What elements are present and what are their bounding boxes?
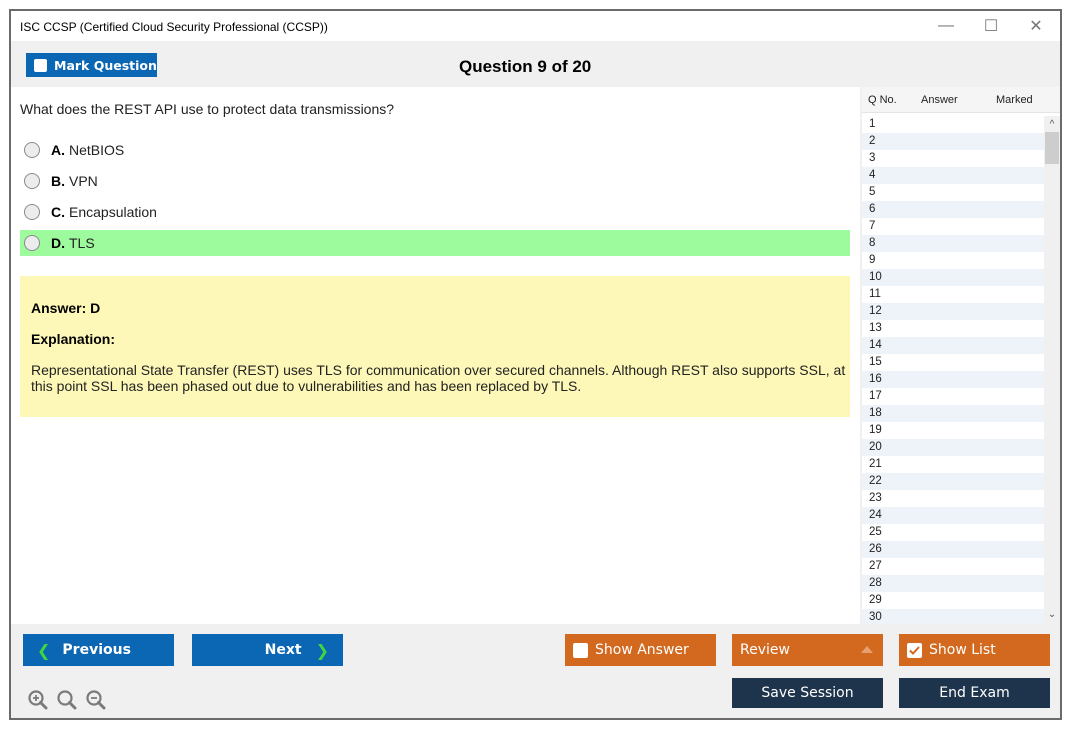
option-d[interactable]: D. TLS (20, 230, 850, 256)
option-letter: A. (51, 142, 65, 158)
question-list-row[interactable]: 26 (862, 541, 1044, 558)
scroll-thumb[interactable] (1045, 132, 1059, 164)
question-list-row[interactable]: 8 (862, 235, 1044, 252)
question-list-row[interactable]: 7 (862, 218, 1044, 235)
mark-question-button[interactable]: Mark Question (26, 53, 157, 77)
question-list-row[interactable]: 24 (862, 507, 1044, 524)
question-list-row[interactable]: 15 (862, 354, 1044, 371)
scroll-down-icon[interactable]: ⌄ (1044, 608, 1060, 622)
question-panel: What does the REST API use to protect da… (11, 87, 860, 624)
question-list-rows: 1 2 3 4 5 6 7 8 9 10 11 12 13 14 15 16 17 18 19 20 21 22 23 24 2… (862, 116, 1044, 624)
question-list-row[interactable]: 16 (862, 371, 1044, 388)
option-text: TLS (69, 235, 95, 251)
previous-label: Previous (62, 642, 131, 658)
question-list-row[interactable]: 29 (862, 592, 1044, 609)
zoom-in-icon[interactable] (27, 689, 49, 711)
question-list-row[interactable]: 5 (862, 184, 1044, 201)
question-list-row[interactable]: 12 (862, 303, 1044, 320)
mark-question-label: Mark Question (54, 57, 157, 73)
title-bar: ISC CCSP (Certified Cloud Security Profe… (11, 11, 1060, 41)
exam-window: ISC CCSP (Certified Cloud Security Profe… (9, 9, 1062, 720)
option-a[interactable]: A. NetBIOS (20, 137, 850, 163)
question-list-row[interactable]: 22 (862, 473, 1044, 490)
question-list-row[interactable]: 19 (862, 422, 1044, 439)
question-list-row[interactable]: 25 (862, 524, 1044, 541)
checkbox-icon[interactable] (573, 642, 588, 658)
show-list-toggle[interactable]: Show List (899, 634, 1050, 666)
question-list-row[interactable]: 14 (862, 337, 1044, 354)
option-text: Encapsulation (69, 204, 157, 220)
question-text: What does the REST API use to protect da… (20, 101, 395, 117)
option-letter: B. (51, 173, 65, 189)
show-list-label: Show List (929, 642, 996, 658)
end-exam-label: End Exam (939, 685, 1010, 701)
question-list-row[interactable]: 28 (862, 575, 1044, 592)
answer-explanation-box: Answer: D Explanation: Representational … (20, 276, 850, 417)
checkbox-icon (34, 58, 47, 72)
question-list-row[interactable]: 11 (862, 286, 1044, 303)
chevron-right-icon: ❯ (315, 640, 329, 660)
option-letter: D. (51, 235, 65, 251)
window-title: ISC CCSP (Certified Cloud Security Profe… (20, 20, 328, 34)
question-list: Q No. Answer Marked 1 2 3 4 5 6 7 8 9 10 11 12 13 14 1… (862, 87, 1060, 624)
question-list-row[interactable]: 23 (862, 490, 1044, 507)
question-list-row[interactable]: 21 (862, 456, 1044, 473)
question-list-row[interactable]: 27 (862, 558, 1044, 575)
show-answer-toggle[interactable]: Show Answer (565, 634, 716, 666)
header-answer[interactable]: Answer (921, 94, 958, 106)
option-b[interactable]: B. VPN (20, 168, 850, 194)
explanation-heading: Explanation: (31, 331, 116, 347)
question-list-row[interactable]: 3 (862, 150, 1044, 167)
review-dropdown[interactable]: Review (732, 634, 883, 666)
scroll-up-icon[interactable]: ^ (1044, 118, 1060, 132)
checkbox-checked-icon[interactable] (907, 642, 922, 658)
option-letter: C. (51, 204, 65, 220)
next-button[interactable]: Next ❯ (192, 634, 343, 666)
save-session-button[interactable]: Save Session (732, 678, 883, 708)
save-session-label: Save Session (761, 685, 854, 701)
review-label: Review (740, 642, 790, 658)
question-list-row[interactable]: 30 (862, 609, 1044, 624)
radio-button[interactable] (24, 142, 40, 158)
question-list-row[interactable]: 17 (862, 388, 1044, 405)
next-label: Next (264, 642, 302, 658)
scrollbar[interactable]: ^ ⌄ (1044, 116, 1060, 624)
header-qno[interactable]: Q No. (868, 94, 897, 106)
zoom-out-icon[interactable] (85, 689, 107, 711)
option-text: VPN (69, 173, 98, 189)
minimize-button[interactable]: — (924, 15, 968, 37)
question-list-row[interactable]: 9 (862, 252, 1044, 269)
maximize-button[interactable]: ☐ (969, 15, 1013, 37)
option-text: NetBIOS (69, 142, 125, 158)
top-toolbar: Mark Question Question 9 of 20 (11, 41, 1060, 87)
chevron-left-icon: ❮ (37, 640, 51, 660)
radio-button[interactable] (24, 173, 40, 189)
question-list-header: Q No. Answer Marked (862, 87, 1060, 113)
zoom-reset-icon[interactable] (56, 689, 78, 711)
question-list-row[interactable]: 6 (862, 201, 1044, 218)
previous-button[interactable]: ❮ Previous (23, 634, 174, 666)
option-c[interactable]: C. Encapsulation (20, 199, 850, 225)
radio-button[interactable] (24, 204, 40, 220)
question-list-row[interactable]: 2 (862, 133, 1044, 150)
question-list-row[interactable]: 18 (862, 405, 1044, 422)
question-list-row[interactable]: 4 (862, 167, 1044, 184)
question-list-row[interactable]: 20 (862, 439, 1044, 456)
question-list-row[interactable]: 10 (862, 269, 1044, 286)
caret-up-icon (861, 646, 873, 653)
question-counter: Question 9 of 20 (459, 57, 592, 76)
close-button[interactable]: ✕ (1014, 15, 1058, 37)
question-list-row[interactable]: 1 (862, 116, 1044, 133)
answer-line: Answer: D (31, 300, 101, 316)
radio-button[interactable] (24, 235, 40, 251)
show-answer-label: Show Answer (595, 642, 689, 658)
header-marked[interactable]: Marked (996, 94, 1033, 106)
explanation-text: Representational State Transfer (REST) u… (31, 362, 846, 394)
zoom-controls (27, 689, 107, 711)
end-exam-button[interactable]: End Exam (899, 678, 1050, 708)
question-list-row[interactable]: 13 (862, 320, 1044, 337)
